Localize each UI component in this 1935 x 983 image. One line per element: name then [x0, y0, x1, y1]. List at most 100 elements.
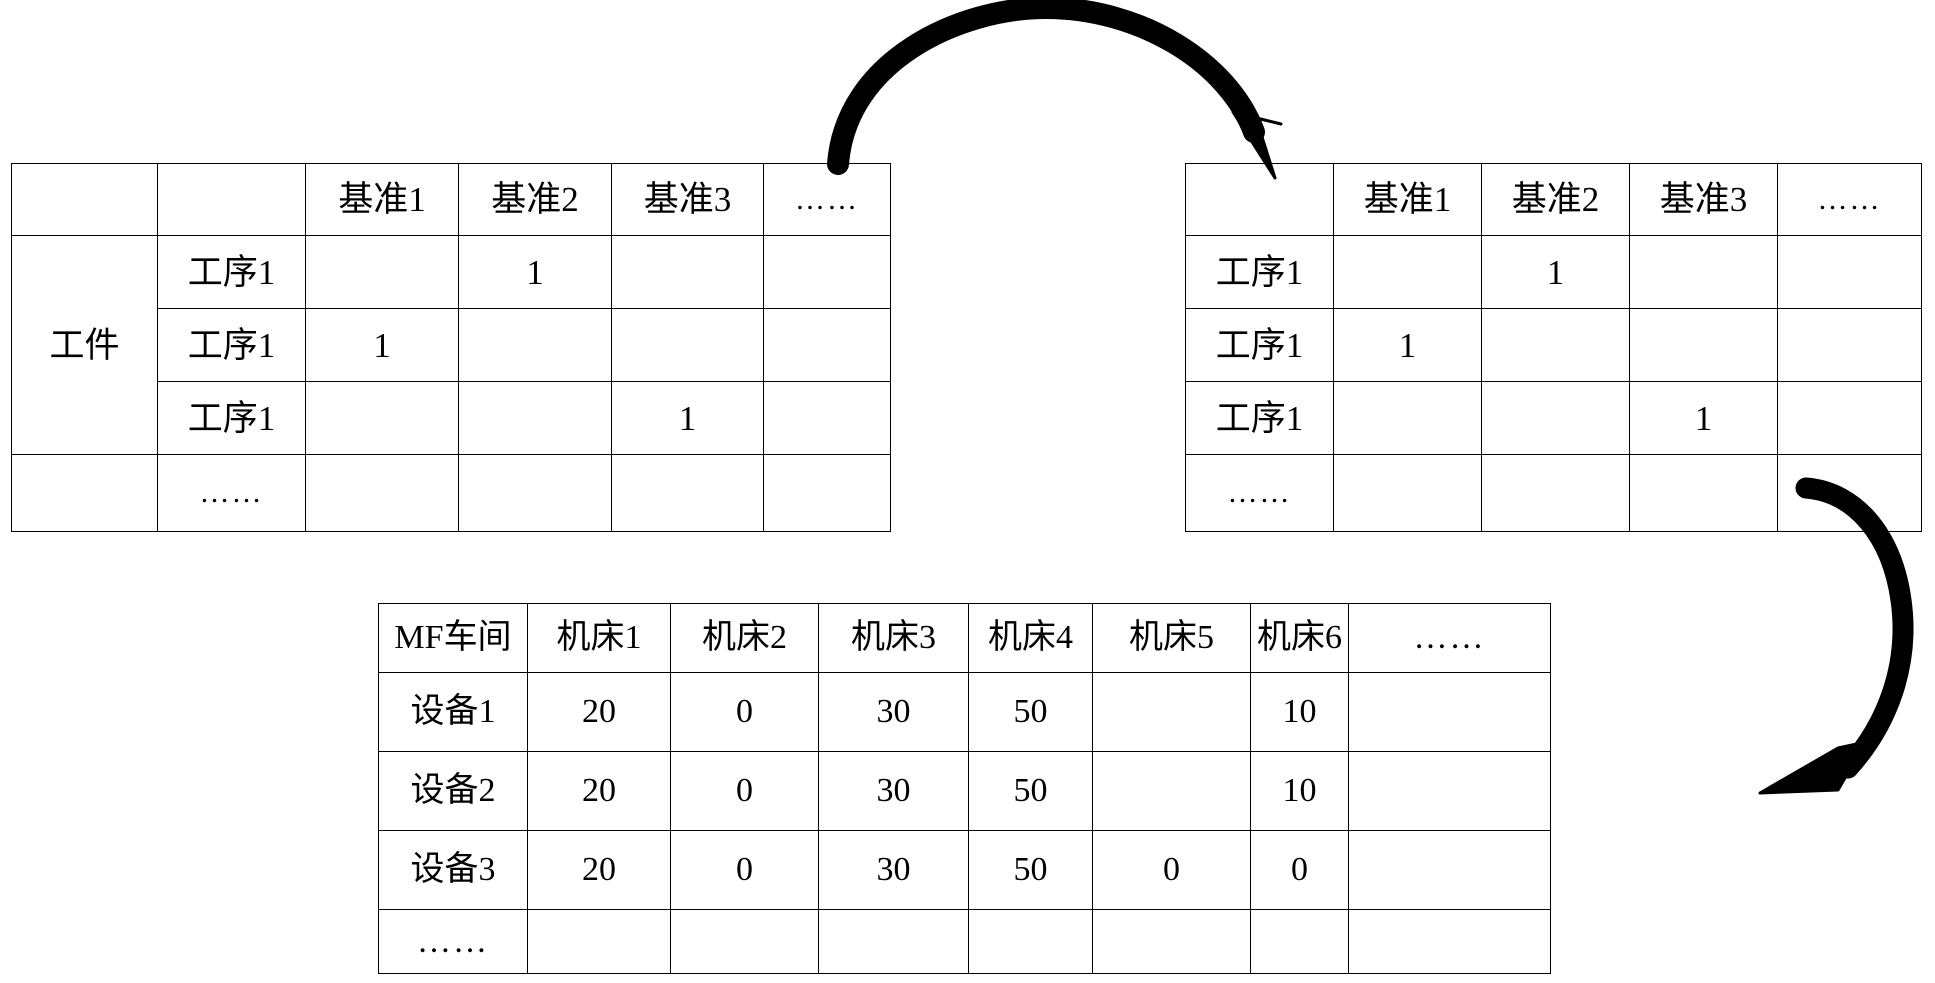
cell-r3c2	[611, 454, 764, 532]
corner-cell-b	[157, 163, 306, 236]
cell-r0c1: 1	[458, 235, 612, 309]
cell-r2c3: 50	[968, 830, 1093, 910]
cell-r1c0: 1	[1333, 308, 1482, 382]
cell-r1c4	[1092, 751, 1251, 831]
cell-r1c6	[1348, 751, 1551, 831]
column-header-datum-3: 基准3	[611, 163, 764, 236]
cell-r0c1: 1	[1481, 235, 1630, 309]
cell-r0c2	[1629, 235, 1778, 309]
cell-r0c5: 10	[1250, 672, 1349, 752]
cell-r0c3: 50	[968, 672, 1093, 752]
column-header-datum-1: 基准1	[305, 163, 459, 236]
row-label-process-1: 工序1	[1185, 235, 1334, 309]
column-header-machine-3: 机床3	[818, 603, 969, 673]
table-row-header: MF车间 机床1 机床2 机床3 机床4 机床5 机床6 ……	[378, 603, 1551, 673]
column-header-ellipsis: ……	[1348, 603, 1551, 673]
group-cell-empty	[11, 454, 158, 532]
cell-r0c0	[1333, 235, 1482, 309]
cell-r1c3	[1777, 308, 1922, 382]
cell-r3c2	[818, 909, 969, 974]
cell-r3c3	[1777, 454, 1922, 532]
table-row: 设备1 20 0 30 50 10	[378, 672, 1551, 752]
cell-r0c4	[1092, 672, 1251, 752]
cell-r1c2	[611, 308, 764, 382]
cell-r0c3	[1777, 235, 1922, 309]
table-row: 设备2 20 0 30 50 10	[378, 751, 1551, 831]
cell-r3c1	[458, 454, 612, 532]
column-header-machine-4: 机床4	[968, 603, 1093, 673]
cell-r0c6	[1348, 672, 1551, 752]
cell-r3c5	[1250, 909, 1349, 974]
cell-r1c1	[1481, 308, 1630, 382]
cell-r1c1	[458, 308, 612, 382]
cell-r1c3: 50	[968, 751, 1093, 831]
row-label-ellipsis: ……	[378, 909, 528, 974]
arrow-left-to-right-icon	[827, 0, 1283, 180]
workpiece-process-datum-table: 基准1 基准2 基准3 …… 工件 工序1 1 工序1 1 工序1 1 ……	[11, 163, 891, 532]
cell-r3c2	[1629, 454, 1778, 532]
cell-r3c1	[1481, 454, 1630, 532]
column-header-machine-1: 机床1	[527, 603, 671, 673]
column-header-ellipsis: ……	[1777, 163, 1922, 236]
cell-r0c2	[611, 235, 764, 309]
row-label-process-2: 工序1	[157, 308, 306, 382]
corner-cell-a	[11, 163, 158, 236]
column-header-machine-6: 机床6	[1250, 603, 1349, 673]
corner-cell-mf-workshop: MF车间	[378, 603, 528, 673]
mf-workshop-machine-table: MF车间 机床1 机床2 机床3 机床4 机床5 机床6 …… 设备1 20 0…	[378, 603, 1551, 974]
cell-r1c5: 10	[1250, 751, 1349, 831]
cell-r1c0: 1	[305, 308, 459, 382]
corner-cell	[1185, 163, 1334, 236]
table-row: 工件 工序1 1	[11, 235, 891, 455]
cell-r3c3	[763, 454, 891, 532]
cell-r2c1: 0	[670, 830, 819, 910]
cell-r1c1: 0	[670, 751, 819, 831]
cell-r0c1: 0	[670, 672, 819, 752]
table-row: 工序1 1	[1185, 381, 1922, 455]
table-row-header: 基准1 基准2 基准3 ……	[11, 163, 891, 236]
cell-r3c0	[527, 909, 671, 974]
cell-r2c4: 0	[1092, 830, 1251, 910]
cell-r2c0: 20	[527, 830, 671, 910]
cell-r0c0: 20	[527, 672, 671, 752]
table-row-ellipsis: ……	[1185, 454, 1922, 532]
cell-r1c2: 30	[818, 751, 969, 831]
column-header-datum-2: 基准2	[458, 163, 612, 236]
table-row-header: 基准1 基准2 基准3 ……	[1185, 163, 1922, 236]
cell-r2c2: 1	[611, 381, 764, 455]
cell-r2c2: 30	[818, 830, 969, 910]
cell-r1c0: 20	[527, 751, 671, 831]
cell-r3c0	[1333, 454, 1482, 532]
row-label-ellipsis: ……	[157, 454, 306, 532]
column-header-ellipsis: ……	[763, 163, 891, 236]
table-row-ellipsis: ……	[378, 909, 1551, 974]
cell-r3c1	[670, 909, 819, 974]
column-header-machine-2: 机床2	[670, 603, 819, 673]
row-group-label-workpiece: 工件	[11, 235, 158, 455]
arrow-right-to-bottom-icon	[1758, 477, 1914, 795]
cell-r1c3	[763, 308, 891, 382]
cell-r2c3	[763, 381, 891, 455]
table-row-ellipsis: ……	[11, 454, 891, 532]
row-label-ellipsis: ……	[1185, 454, 1334, 532]
table-row: 设备3 20 0 30 50 0 0	[378, 830, 1551, 910]
process-datum-table: 基准1 基准2 基准3 …… 工序1 1 工序1 1 工序1 1 ……	[1185, 163, 1922, 532]
cell-r3c6	[1348, 909, 1551, 974]
column-header-machine-5: 机床5	[1092, 603, 1251, 673]
cell-r0c0	[305, 235, 459, 309]
row-label-equipment-2: 设备2	[378, 751, 528, 831]
cell-r2c0	[1333, 381, 1482, 455]
column-header-datum-3: 基准3	[1629, 163, 1778, 236]
row-label-process-3: 工序1	[1185, 381, 1334, 455]
cell-r3c0	[305, 454, 459, 532]
cell-r2c1	[1481, 381, 1630, 455]
cell-r2c6	[1348, 830, 1551, 910]
cell-r2c5: 0	[1250, 830, 1349, 910]
cell-r2c1	[458, 381, 612, 455]
row-label-process-2: 工序1	[1185, 308, 1334, 382]
row-label-equipment-1: 设备1	[378, 672, 528, 752]
cell-r2c0	[305, 381, 459, 455]
cell-r2c3	[1777, 381, 1922, 455]
row-label-process-1: 工序1	[157, 235, 306, 309]
cell-r0c2: 30	[818, 672, 969, 752]
